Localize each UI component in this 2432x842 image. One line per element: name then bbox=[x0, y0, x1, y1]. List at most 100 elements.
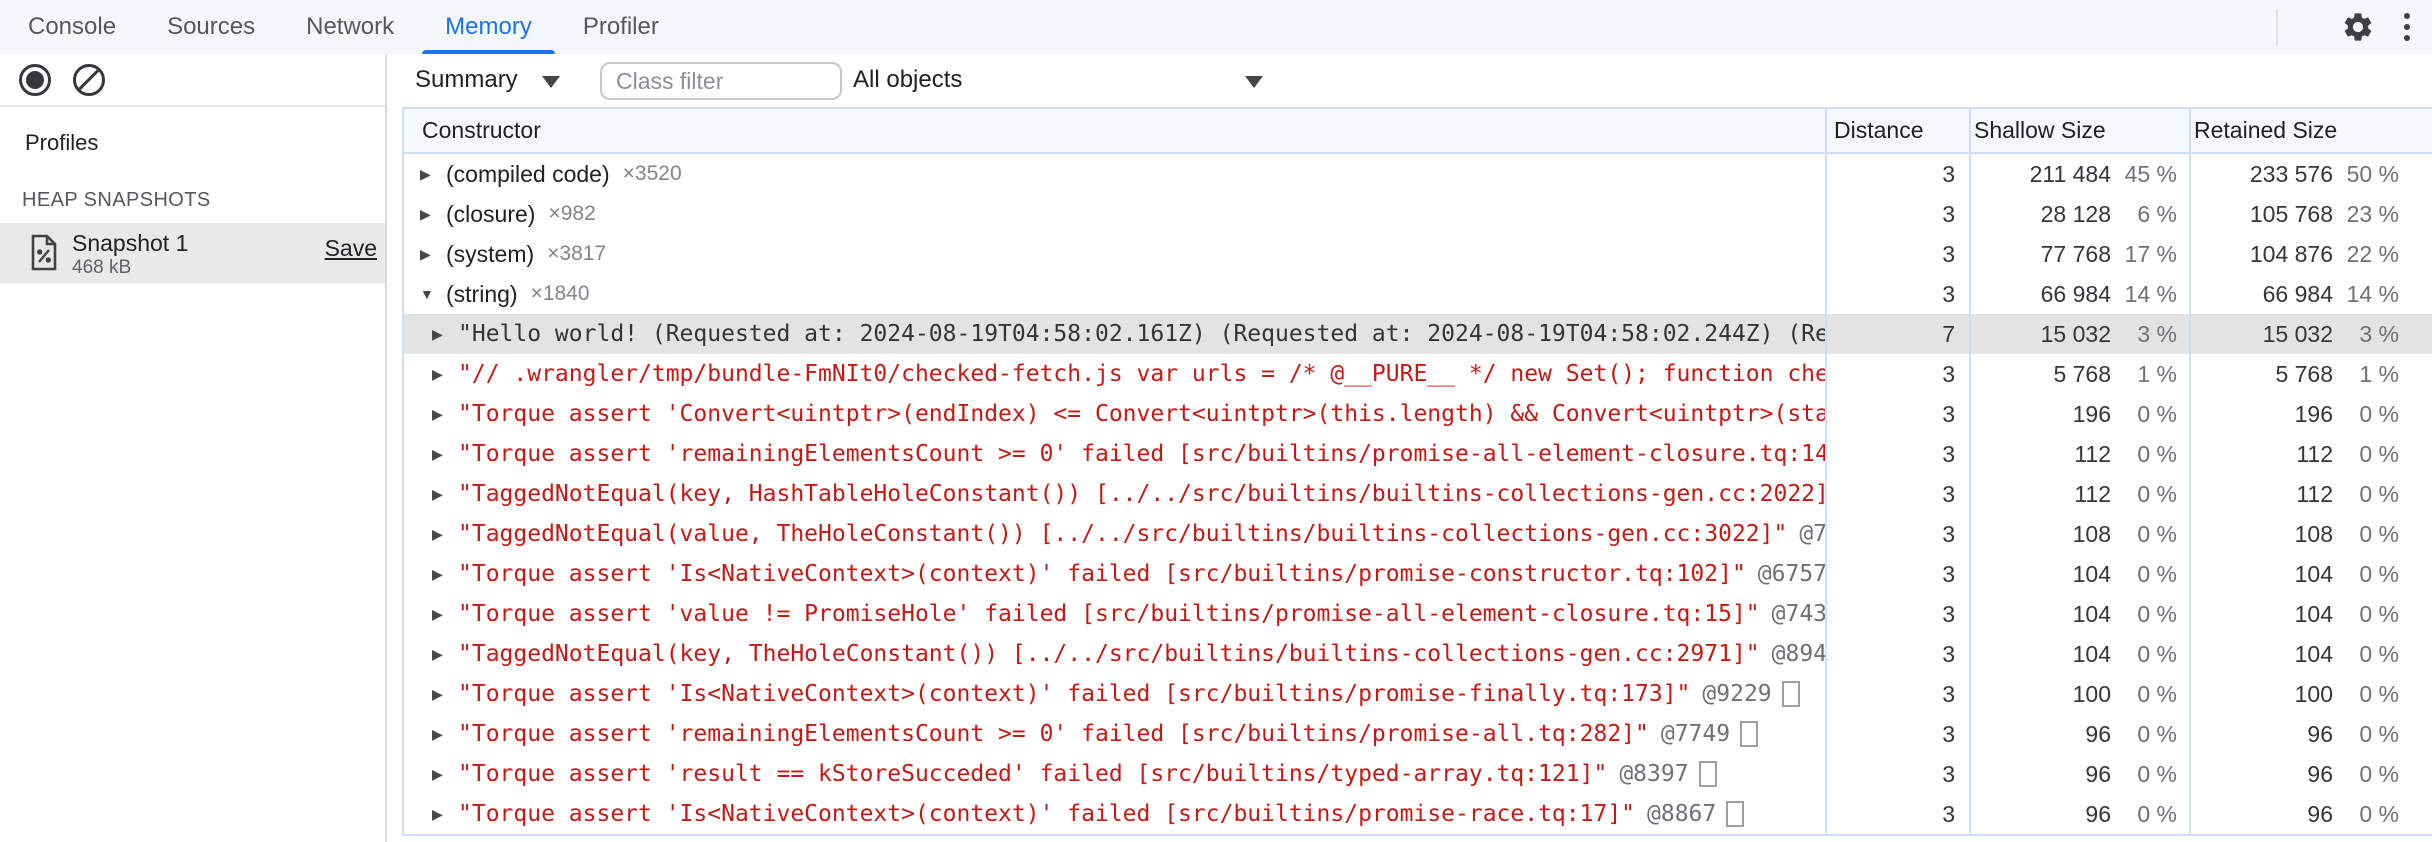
string-instance-row[interactable]: ▶ "Torque assert 'Is<NativeContext>(conte… bbox=[404, 554, 2432, 594]
shallow-size-cell: 15 032 3 % bbox=[1971, 314, 2189, 354]
shallow-size-percent: 0 % bbox=[2137, 800, 2177, 827]
expand-arrow-icon[interactable]: ▶ bbox=[432, 526, 458, 543]
expand-arrow-icon[interactable]: ▶ bbox=[420, 246, 446, 263]
save-snapshot-link[interactable]: Save bbox=[325, 235, 377, 262]
constructor-cell: ▶ (system) ×3817 bbox=[404, 234, 1825, 274]
shallow-size-cell: 96 0 % bbox=[1971, 754, 2189, 794]
string-instance-row[interactable]: ▶ "Torque assert 'value != PromiseHole' f… bbox=[404, 594, 2432, 634]
shallow-size-percent: 6 % bbox=[2137, 200, 2177, 227]
distance-cell: 3 bbox=[1942, 280, 1955, 307]
string-instance-row[interactable]: ▶ "Torque assert 'remainingElementsCount … bbox=[404, 714, 2432, 754]
objects-filter-select[interactable]: All objects bbox=[853, 66, 962, 94]
snapshot-name: Snapshot 1 bbox=[72, 230, 189, 256]
expand-arrow-icon[interactable]: ▶ bbox=[432, 606, 458, 623]
expand-arrow-icon[interactable]: ▶ bbox=[432, 446, 458, 463]
string-instance-row[interactable]: ▶ "// .wrangler/tmp/bundle-FmNIt0/checked… bbox=[404, 354, 2432, 394]
string-instance-row[interactable]: ▶ "TaggedNotEqual(value, TheHoleConstant(… bbox=[404, 514, 2432, 554]
constructor-group-row[interactable]: ▼ (string) ×1840 3 66 984 14 % 66 984 14 % bbox=[404, 274, 2432, 314]
expand-arrow-icon[interactable]: ▶ bbox=[432, 726, 458, 743]
retained-size-percent: 0 % bbox=[2359, 520, 2399, 547]
expand-arrow-icon[interactable]: ▶ bbox=[432, 406, 458, 423]
snapshot-list-item[interactable]: Snapshot 1 468 kB Save bbox=[0, 223, 385, 283]
retained-size-value: 196 bbox=[2294, 400, 2333, 427]
perspective-select[interactable]: Summary bbox=[415, 66, 518, 94]
expand-arrow-icon[interactable]: ▶ bbox=[432, 646, 458, 663]
tab-network[interactable]: Network bbox=[283, 0, 417, 54]
shallow-size-cell: 104 0 % bbox=[1971, 634, 2189, 674]
retained-size-percent: 0 % bbox=[2359, 760, 2399, 787]
tab-memory-label: Memory bbox=[445, 13, 532, 40]
collapse-arrow-icon[interactable]: ▼ bbox=[420, 286, 446, 302]
constructor-cell: ▶ (compiled code) ×3520 bbox=[404, 154, 1825, 194]
string-value: "TaggedNotEqual(key, TheHoleConstant()) … bbox=[458, 641, 1760, 667]
string-instance-row[interactable]: ▶ "Torque assert 'Is<NativeContext>(conte… bbox=[404, 794, 2432, 834]
more-options-kebab-icon[interactable] bbox=[2404, 13, 2410, 41]
shallow-size-cell: 112 0 % bbox=[1971, 434, 2189, 474]
string-value: "Torque assert 'Is<NativeContext>(contex… bbox=[458, 681, 1691, 707]
retained-size-value: 96 bbox=[2307, 720, 2333, 747]
constructor-group-row[interactable]: ▶ (compiled code) ×3520 3 211 484 45 % 233 576… bbox=[404, 154, 2432, 194]
instance-count: ×1840 bbox=[530, 282, 590, 305]
distance-cell: 3 bbox=[1942, 760, 1955, 787]
snapshot-size: 468 kB bbox=[72, 257, 132, 278]
object-id: @8945 bbox=[1771, 641, 1825, 667]
string-instance-row[interactable]: ▶ "Torque assert 'Convert<uintptr>(endInd… bbox=[404, 394, 2432, 434]
distance-cell: 3 bbox=[1942, 440, 1955, 467]
string-instance-row[interactable]: ▶ "Hello world! (Requested at: 2024-08-19… bbox=[404, 314, 2432, 354]
objects-filter-select-arrow-icon[interactable] bbox=[1245, 76, 1263, 88]
devtools-tabbar: Console Sources Network Memory Profiler bbox=[0, 0, 2432, 56]
shallow-size-percent: 0 % bbox=[2137, 400, 2177, 427]
expand-arrow-icon[interactable]: ▶ bbox=[420, 166, 446, 183]
expand-arrow-icon[interactable]: ▶ bbox=[432, 326, 458, 343]
shallow-size-percent: 0 % bbox=[2137, 480, 2177, 507]
retained-size-value: 108 bbox=[2294, 520, 2333, 547]
column-header-distance[interactable]: Distance bbox=[1834, 109, 1923, 152]
string-instance-row[interactable]: ▶ "Torque assert 'Is<NativeContext>(conte… bbox=[404, 674, 2432, 714]
settings-gear-icon[interactable] bbox=[2336, 5, 2380, 49]
constructor-group-row[interactable]: ▶ (closure) ×982 3 28 128 6 % 105 768 23 % bbox=[404, 194, 2432, 234]
tab-memory[interactable]: Memory bbox=[422, 0, 555, 56]
constructor-group-row[interactable]: ▶ (system) ×3817 3 77 768 17 % 104 876 22 % bbox=[404, 234, 2432, 274]
expand-arrow-icon[interactable]: ▶ bbox=[432, 566, 458, 583]
expand-arrow-icon[interactable]: ▶ bbox=[432, 806, 458, 823]
heap-snapshot-data-grid: Constructor Distance Shallow Size Retain… bbox=[402, 107, 2432, 836]
shallow-size-cell: 66 984 14 % bbox=[1971, 274, 2189, 314]
retained-size-value: 100 bbox=[2294, 680, 2333, 707]
retained-size-cell: 196 0 % bbox=[2191, 394, 2432, 434]
tab-console[interactable]: Console bbox=[5, 0, 139, 54]
clear-profiles-icon[interactable] bbox=[73, 63, 105, 96]
column-header-constructor[interactable]: Constructor bbox=[422, 109, 541, 152]
class-filter-input[interactable] bbox=[600, 62, 842, 100]
retained-size-percent: 0 % bbox=[2359, 680, 2399, 707]
expand-arrow-icon[interactable]: ▶ bbox=[420, 206, 446, 223]
string-instance-row[interactable]: ▶ "TaggedNotEqual(key, HashTableHoleConst… bbox=[404, 474, 2432, 514]
retained-size-value: 66 984 bbox=[2262, 280, 2333, 307]
retained-size-percent: 1 % bbox=[2359, 360, 2399, 387]
record-heap-snapshot-icon[interactable] bbox=[19, 63, 51, 96]
expand-arrow-icon[interactable]: ▶ bbox=[432, 366, 458, 383]
perspective-select-arrow-icon[interactable] bbox=[542, 76, 560, 88]
expand-arrow-icon[interactable]: ▶ bbox=[432, 486, 458, 503]
column-header-retained-size[interactable]: Retained Size bbox=[2194, 109, 2337, 152]
string-instance-row[interactable]: ▶ "Torque assert 'result == kStoreSuccede… bbox=[404, 754, 2432, 794]
shallow-size-value: 96 bbox=[2085, 720, 2111, 747]
retained-size-value: 96 bbox=[2307, 760, 2333, 787]
string-value: "Torque assert 'result == kStoreSucceded… bbox=[458, 761, 1608, 787]
string-instance-row[interactable]: ▶ "TaggedNotEqual(key, TheHoleConstant())… bbox=[404, 634, 2432, 674]
expand-arrow-icon[interactable]: ▶ bbox=[432, 686, 458, 703]
retained-size-cell: 104 0 % bbox=[2191, 594, 2432, 634]
retained-size-value: 104 bbox=[2294, 640, 2333, 667]
tab-sources[interactable]: Sources bbox=[144, 0, 278, 54]
tab-profiler[interactable]: Profiler bbox=[560, 0, 682, 54]
string-instance-row[interactable]: ▶ "Torque assert 'remainingElementsCount … bbox=[404, 434, 2432, 474]
instance-count: ×3520 bbox=[622, 162, 682, 185]
column-header-shallow-size[interactable]: Shallow Size bbox=[1974, 109, 2106, 152]
shallow-size-value: 104 bbox=[2072, 600, 2111, 627]
constructor-cell: ▶ "Torque assert 'value != PromiseHole' f… bbox=[404, 594, 1825, 634]
retained-size-value: 104 bbox=[2294, 600, 2333, 627]
distance-cell: 7 bbox=[1942, 320, 1955, 347]
string-value: "Torque assert 'Convert<uintptr>(endInde… bbox=[458, 401, 1825, 427]
retained-size-cell: 112 0 % bbox=[2191, 434, 2432, 474]
distance-cell: 3 bbox=[1942, 160, 1955, 187]
expand-arrow-icon[interactable]: ▶ bbox=[432, 766, 458, 783]
